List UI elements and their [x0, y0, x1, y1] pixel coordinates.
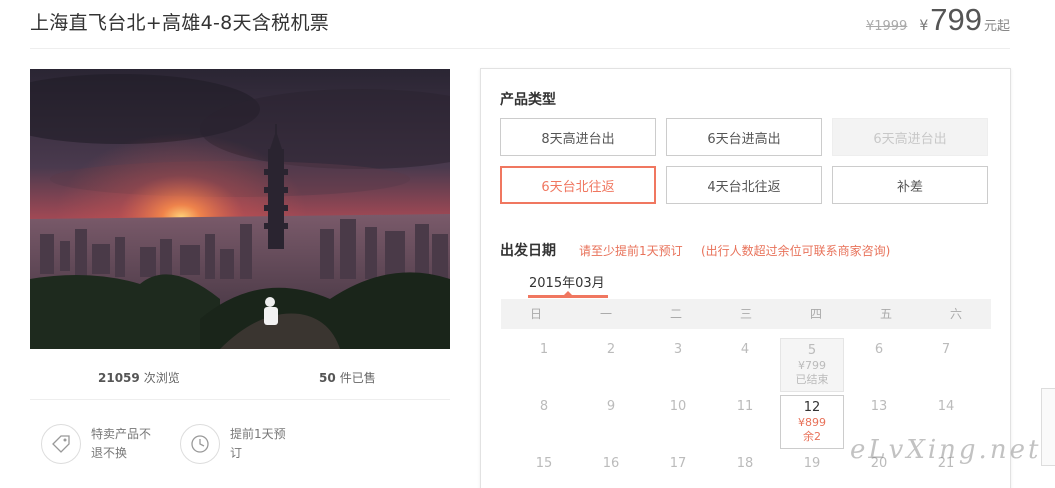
- calendar-day: 3: [673, 342, 683, 357]
- original-price: ¥1999: [865, 19, 908, 34]
- option-6day-kh-in-tp-out: 6天高进台出: [832, 118, 988, 156]
- departure-date-label: 出发日期: [500, 243, 556, 259]
- month-tab-caret: [564, 291, 572, 295]
- calendar-day: 13: [870, 399, 888, 414]
- month-tab-underline: [528, 295, 608, 298]
- price-suffix: 元起: [983, 19, 1010, 34]
- calendar-day: 11: [736, 399, 754, 414]
- product-type-label: 产品类型: [500, 92, 556, 108]
- calendar-day: 8: [539, 399, 549, 414]
- calendar-day: 9: [606, 399, 616, 414]
- option-price-difference[interactable]: 补差: [832, 166, 988, 204]
- calendar-day: 16: [602, 456, 620, 471]
- stats-divider: [30, 399, 450, 400]
- header-divider: [30, 48, 1010, 49]
- month-tab[interactable]: 2015年03月: [529, 272, 605, 291]
- weekday-mon: 一: [599, 307, 612, 321]
- calendar-day: 18: [736, 456, 754, 471]
- side-float-tab[interactable]: [1041, 388, 1055, 466]
- day-status: 已结束: [795, 373, 829, 386]
- day-remaining: 余2: [803, 430, 821, 443]
- sold-count: 50: [319, 371, 336, 385]
- weekday-wed: 三: [739, 307, 752, 321]
- views-stat: 21059 次浏览: [98, 369, 180, 386]
- option-6day-tp-in-kh-out[interactable]: 6天台进高出: [666, 118, 822, 156]
- calendar-day: 2: [606, 342, 616, 357]
- views-label: 次浏览: [143, 371, 180, 385]
- calendar-day: 14: [937, 399, 955, 414]
- day-number: 12: [803, 400, 821, 415]
- option-6day-taipei-roundtrip[interactable]: 6天台北往返: [500, 166, 656, 204]
- product-title: 上海直飞台北+高雄4-8天含税机票: [30, 12, 330, 34]
- weekday-tue: 二: [669, 307, 682, 321]
- weekday-thu: 四: [809, 307, 822, 321]
- product-photo: [30, 69, 450, 349]
- weekday-sat: 六: [949, 307, 962, 321]
- watermark: eLvXing.net: [850, 435, 1042, 465]
- weekday-fri: 五: [879, 307, 892, 321]
- calendar-day: 6: [874, 342, 884, 357]
- calendar-day-available[interactable]: 12 ¥899 余2: [780, 395, 844, 449]
- currency-symbol: ¥: [919, 18, 929, 34]
- feature-advance-booking-text: 提前1天预订: [230, 427, 286, 460]
- option-8day-kh-in-tp-out[interactable]: 8天高进台出: [500, 118, 656, 156]
- calendar-day: 10: [669, 399, 687, 414]
- views-count: 21059: [98, 371, 140, 385]
- day-number: 5: [807, 343, 817, 358]
- price-block: ¥1999 ¥ 799 元起: [866, 2, 1010, 38]
- booking-panel: 产品类型 8天高进台出 6天台进高出 6天高进台出 6天台北往返 4天台北往返 …: [480, 68, 1011, 488]
- tag-icon: [41, 424, 81, 464]
- advance-notice: 请至少提前1天预订: [579, 244, 683, 258]
- calendar-day: 15: [535, 456, 553, 471]
- feature-no-refund: 特卖产品不退不换: [41, 424, 155, 464]
- weekday-sun: 日: [529, 307, 542, 321]
- sold-stat: 50 件已售: [319, 369, 376, 386]
- feature-no-refund-text: 特卖产品不退不换: [91, 427, 152, 460]
- calendar-day: 19: [803, 456, 821, 471]
- day-price: ¥799: [798, 359, 826, 372]
- capacity-notice: (出行人数超过余位可联系商家咨询): [701, 244, 891, 258]
- calendar-day: 17: [669, 456, 687, 471]
- feature-advance-booking: 提前1天预订: [180, 424, 294, 464]
- calendar-day: 1: [539, 342, 549, 357]
- weekday-header: 日 一 二 三 四 五 六: [501, 299, 991, 329]
- option-4day-taipei-roundtrip[interactable]: 4天台北往返: [666, 166, 822, 204]
- product-page: 上海直飞台北+高雄4-8天含税机票 ¥1999 ¥ 799 元起 21059 次…: [0, 0, 1055, 488]
- calendar-day: 7: [941, 342, 951, 357]
- calendar-day-ended: 5 ¥799 已结束: [780, 338, 844, 392]
- clock-icon: [180, 424, 220, 464]
- calendar-day: 4: [740, 342, 750, 357]
- current-price: 799: [930, 2, 982, 37]
- sold-label: 件已售: [339, 371, 376, 385]
- day-price: ¥899: [798, 416, 826, 429]
